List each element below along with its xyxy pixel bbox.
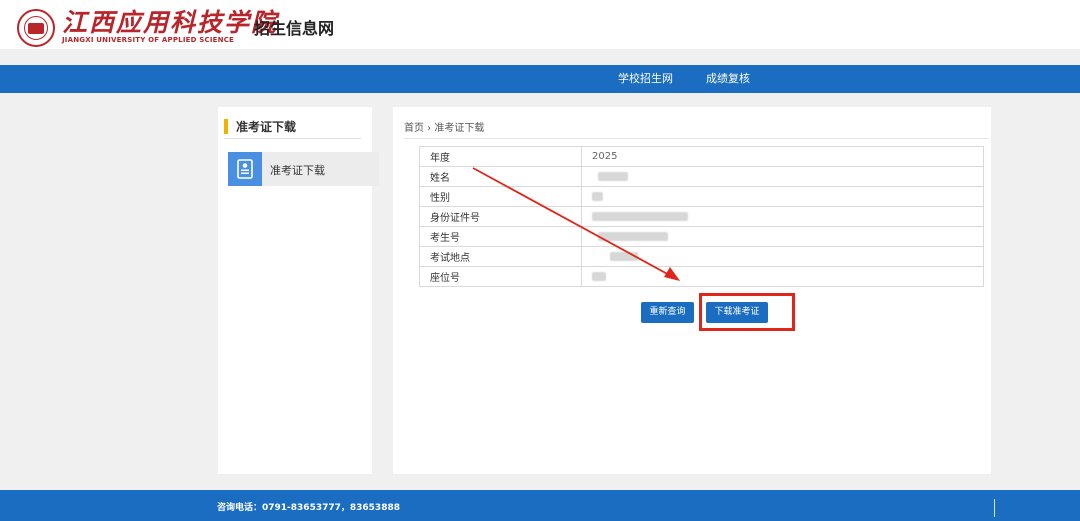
university-seal-icon[interactable] — [17, 9, 55, 47]
row-value-candidate-number-redacted — [581, 226, 984, 247]
sidebar-item-admission-ticket-download[interactable]: 准考证下载 — [228, 152, 379, 186]
row-label-name: 姓名 — [419, 166, 582, 187]
nav-item-score-review[interactable]: 成绩复核 — [706, 65, 750, 93]
university-logo-english: JIANGXI UNIVERSITY OF APPLIED SCIENCE — [62, 36, 235, 44]
sidebar: 准考证下载 准考证下载 — [218, 107, 379, 474]
breadcrumb: 首页 › 准考证下载 — [404, 123, 485, 134]
row-label-gender: 性别 — [419, 186, 582, 207]
row-value-gender-redacted — [581, 186, 984, 207]
site-title: 招生信息网 — [254, 19, 335, 38]
row-value-exam-location-redacted — [581, 246, 984, 267]
table-row: 考试地点 — [419, 246, 984, 267]
row-label-id-number: 身份证件号 — [419, 206, 582, 227]
admission-ticket-icon — [228, 152, 262, 186]
sidebar-title: 准考证下载 — [224, 116, 361, 139]
row-label-exam-location: 考试地点 — [419, 246, 582, 267]
sidebar-item-label: 准考证下载 — [270, 164, 325, 177]
table-row: 身份证件号 — [419, 206, 984, 227]
site-footer: 咨询电话：0791-83653777，83653888 — [0, 490, 1080, 521]
row-label-year: 年度 — [419, 146, 582, 167]
row-value-seat-number-redacted — [581, 266, 984, 287]
row-value-id-number-redacted — [581, 206, 984, 227]
breadcrumb-divider — [404, 138, 988, 139]
sidebar-title-accent-bar — [224, 119, 228, 134]
requery-button[interactable]: 重新查询 — [641, 302, 694, 323]
admission-info-table: 年度 2025 姓名 性别 身份证件号 考生号 考试地点 座位号 — [419, 146, 984, 287]
table-row: 姓名 — [419, 166, 984, 187]
table-row: 座位号 — [419, 266, 984, 287]
table-row: 性别 — [419, 186, 984, 207]
row-label-candidate-number: 考生号 — [419, 226, 582, 247]
annotation-highlight-box — [699, 293, 795, 331]
row-value-year: 2025 — [581, 146, 984, 167]
sidebar-title-text: 准考证下载 — [236, 120, 297, 134]
footer-divider — [994, 499, 995, 517]
table-row: 考生号 — [419, 226, 984, 247]
table-row: 年度 2025 — [419, 146, 984, 167]
nav-item-home[interactable]: 首页 — [544, 65, 566, 93]
row-value-name-redacted — [581, 166, 984, 187]
site-header: 江西应用科技学院 JIANGXI UNIVERSITY OF APPLIED S… — [0, 0, 1080, 49]
nav-item-admissions-site[interactable]: 学校招生网 — [618, 65, 673, 93]
row-label-seat-number: 座位号 — [419, 266, 582, 287]
university-logo-text[interactable]: 江西应用科技学院 — [62, 10, 278, 36]
main-nav: 首页 学校招生网 成绩复核 — [0, 65, 1080, 93]
main-content: 首页 › 准考证下载 年度 2025 姓名 性别 身份证件号 考生号 考试地点 … — [393, 107, 991, 474]
contact-phone: 咨询电话：0791-83653777，83653888 — [217, 503, 400, 513]
